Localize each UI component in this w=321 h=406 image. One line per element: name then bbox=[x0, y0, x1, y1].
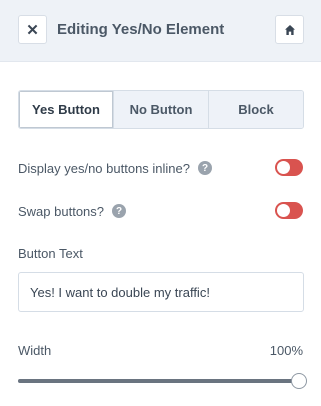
inline-toggle[interactable] bbox=[275, 159, 303, 176]
slider-fill bbox=[18, 379, 304, 383]
help-icon[interactable]: ? bbox=[198, 161, 212, 175]
swap-setting-row: Swap buttons? ? bbox=[18, 200, 304, 222]
panel-title: Editing Yes/No Element bbox=[57, 21, 225, 38]
home-button[interactable] bbox=[275, 15, 304, 44]
tab-block[interactable]: Block bbox=[208, 91, 303, 128]
swap-setting-label: Swap buttons? bbox=[18, 203, 105, 219]
width-value: 100% bbox=[269, 343, 303, 358]
button-text-input[interactable] bbox=[18, 272, 304, 312]
slider-thumb[interactable] bbox=[291, 373, 307, 389]
tab-yes-button[interactable]: Yes Button bbox=[19, 91, 113, 128]
close-button[interactable]: ✕ bbox=[18, 15, 47, 44]
width-slider[interactable] bbox=[18, 373, 307, 389]
toggle-knob bbox=[277, 204, 290, 217]
toggle-knob bbox=[277, 161, 290, 174]
button-tabs: Yes Button No Button Block bbox=[18, 90, 304, 129]
inline-setting-row: Display yes/no buttons inline? ? bbox=[18, 157, 304, 179]
inline-setting-label: Display yes/no buttons inline? bbox=[18, 160, 190, 176]
swap-toggle[interactable] bbox=[275, 202, 303, 219]
panel-header: ✕ Editing Yes/No Element bbox=[0, 0, 321, 62]
width-label: Width bbox=[18, 343, 52, 358]
help-icon[interactable]: ? bbox=[112, 204, 127, 218]
tab-no-button[interactable]: No Button bbox=[113, 91, 208, 128]
close-icon: ✕ bbox=[26, 21, 39, 39]
button-text-label: Button Text bbox=[18, 246, 83, 261]
home-icon bbox=[284, 24, 295, 35]
